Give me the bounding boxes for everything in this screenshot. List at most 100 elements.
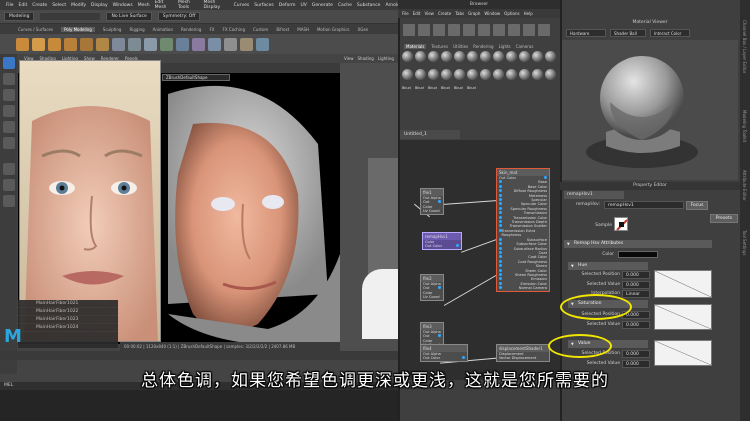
- material-swatch[interactable]: [441, 68, 452, 80]
- bridge-tool-icon[interactable]: [192, 37, 205, 51]
- value-ramp[interactable]: [654, 340, 712, 366]
- node-port[interactable]: Out Color: [421, 334, 443, 343]
- outliner-row[interactable]: MainHairFiber1021: [18, 300, 118, 308]
- hypershade-menu-edit[interactable]: Edit: [413, 11, 421, 16]
- mirror-tool-icon[interactable]: [240, 37, 253, 51]
- material-swatch[interactable]: [545, 51, 556, 62]
- material-swatch[interactable]: [454, 68, 465, 80]
- layout-single-icon[interactable]: [2, 163, 15, 175]
- hypershade-menu-create[interactable]: Create: [438, 11, 451, 16]
- shelf-tab-custom[interactable]: Custom: [253, 27, 268, 32]
- renderer-dropdown[interactable]: Hardware: [566, 29, 606, 37]
- outliner-row[interactable]: MainHairFiber1023: [18, 316, 118, 324]
- side-tab-tool-settings[interactable]: Tool Settings: [742, 230, 747, 255]
- graph-clear-icon[interactable]: [418, 24, 430, 36]
- perspective-viewport[interactable]: [340, 54, 402, 354]
- node-port[interactable]: Normal Camera: [497, 286, 549, 290]
- cube-tool-icon[interactable]: [32, 37, 45, 51]
- grid-toggle-icon[interactable]: [538, 24, 550, 36]
- input-connections-icon[interactable]: [463, 24, 475, 36]
- cone-tool-icon[interactable]: [64, 37, 77, 51]
- presets-button[interactable]: Presets: [710, 214, 738, 223]
- side-tab-attribute-editor[interactable]: Attribute Editor: [742, 170, 747, 201]
- menu-item-mesh[interactable]: Mesh: [138, 3, 150, 8]
- hue-section[interactable]: Hue: [568, 262, 648, 270]
- menu-item-uv[interactable]: UV: [301, 3, 307, 8]
- node-port[interactable]: Out Color: [421, 286, 443, 295]
- material-swatch[interactable]: [441, 51, 452, 62]
- displacement-shader-node[interactable]: displacementShader1 Displacement Vector …: [496, 344, 550, 362]
- bevel-tool-icon[interactable]: [160, 37, 173, 51]
- remap-hsv-attributes-section[interactable]: Remap Hsv Attributes: [564, 240, 712, 248]
- shelf-tab-motion-graphics[interactable]: Motion Graphics: [317, 27, 350, 32]
- file1-node[interactable]: file1 Out Alpha Out Color Uv Coord: [420, 188, 444, 215]
- hypershade-tab-cameras[interactable]: Cameras: [516, 44, 534, 49]
- persp-menu-lighting[interactable]: Lighting: [378, 56, 394, 61]
- multicut-tool-icon[interactable]: [208, 37, 221, 51]
- hypershade-menu-help[interactable]: Help: [524, 11, 533, 16]
- node-port[interactable]: Out Color: [423, 244, 461, 248]
- side-tab-channel-box[interactable]: Channel Box / Layer Editor: [742, 20, 747, 73]
- shelf-tab-rendering[interactable]: Rendering: [181, 27, 201, 32]
- outliner-row[interactable]: MainHairFiber1022: [18, 308, 118, 316]
- shelf-tab-mash[interactable]: MASH: [297, 27, 309, 32]
- material-swatch[interactable]: [480, 51, 491, 62]
- file2-node[interactable]: file2 Out Alpha Out Color Uv Coord: [420, 274, 444, 301]
- material-swatch[interactable]: [428, 51, 439, 62]
- shelf-tab-poly-modeling[interactable]: Poly Modeling: [61, 26, 95, 32]
- material-swatch[interactable]: [493, 51, 504, 62]
- side-tab-modeling-toolkit[interactable]: Modeling Toolkit: [742, 110, 747, 142]
- smooth-tool-icon[interactable]: [144, 37, 157, 51]
- menu-item-deform[interactable]: Deform: [279, 3, 296, 8]
- material-swatch[interactable]: [454, 51, 465, 62]
- hypershade-tab-rendering[interactable]: Rendering: [473, 44, 493, 49]
- menu-item-select[interactable]: Select: [52, 3, 66, 8]
- status-icons[interactable]: [40, 13, 101, 20]
- material-dropdown[interactable]: Interact Color: [650, 29, 690, 37]
- layout-four-icon[interactable]: [2, 179, 15, 191]
- shelf-tab-curves-surfaces[interactable]: Curves / Surfaces: [18, 27, 53, 32]
- menu-item-substance[interactable]: Substance: [357, 3, 381, 8]
- saturation-value-field[interactable]: 0.000: [622, 321, 650, 329]
- hypershade-menu-options[interactable]: Options: [504, 11, 519, 16]
- symmetry-field[interactable]: Symmetry: Off: [157, 12, 201, 21]
- material-swatch[interactable]: [428, 68, 439, 80]
- material-swatch[interactable]: [467, 51, 478, 62]
- remove-selected-icon[interactable]: [448, 24, 460, 36]
- material-swatch[interactable]: [519, 51, 530, 62]
- menu-item-create[interactable]: Create: [32, 3, 47, 8]
- separate-tool-icon[interactable]: [128, 37, 141, 51]
- menu-item-mesh-display[interactable]: Mesh Display: [204, 0, 229, 10]
- hue-position-field[interactable]: 0.000: [622, 271, 650, 279]
- remaphsv-node[interactable]: remapHsv1 Color Out Color: [422, 232, 462, 250]
- shape-dropdown[interactable]: Shader Ball: [610, 29, 646, 37]
- graph-tab[interactable]: Untitled_1: [400, 130, 460, 139]
- extrude-tool-icon[interactable]: [176, 37, 189, 51]
- frame-all-icon[interactable]: [508, 24, 520, 36]
- material-swatch[interactable]: [532, 51, 543, 62]
- color-swatch[interactable]: [618, 251, 658, 258]
- interpolation-dropdown[interactable]: Linear: [622, 290, 650, 298]
- menu-item-modify[interactable]: Modify: [71, 3, 86, 8]
- node-port[interactable]: Out Color: [421, 200, 443, 209]
- material-swatch[interactable]: [402, 51, 413, 62]
- move-tool-icon[interactable]: [2, 105, 15, 117]
- scale-tool-icon[interactable]: [2, 137, 15, 149]
- plane-tool-icon[interactable]: [96, 37, 109, 51]
- material-swatch[interactable]: [480, 68, 491, 80]
- mode-selector[interactable]: Modeling: [4, 12, 35, 21]
- hypershade-tab-lights[interactable]: Lights: [499, 44, 511, 49]
- menu-item-cache[interactable]: Cache: [338, 3, 352, 8]
- menu-item-file[interactable]: File: [6, 3, 14, 8]
- cylinder-tool-icon[interactable]: [48, 37, 61, 51]
- shelf-tab-animation[interactable]: Animation: [153, 27, 173, 32]
- layout-two-icon[interactable]: [2, 195, 15, 207]
- select-tool-icon[interactable]: [2, 57, 15, 69]
- material-swatch[interactable]: [415, 68, 426, 80]
- uv-editor-icon[interactable]: [256, 37, 269, 51]
- sphere-tool-icon[interactable]: [16, 37, 29, 51]
- material-swatch[interactable]: [415, 51, 426, 62]
- material-swatch[interactable]: [493, 68, 504, 80]
- file4-node[interactable]: file4 Out Alpha Out Color: [420, 344, 468, 362]
- node-graph[interactable]: file1 Out Alpha Out Color Uv Coord remap…: [400, 140, 560, 380]
